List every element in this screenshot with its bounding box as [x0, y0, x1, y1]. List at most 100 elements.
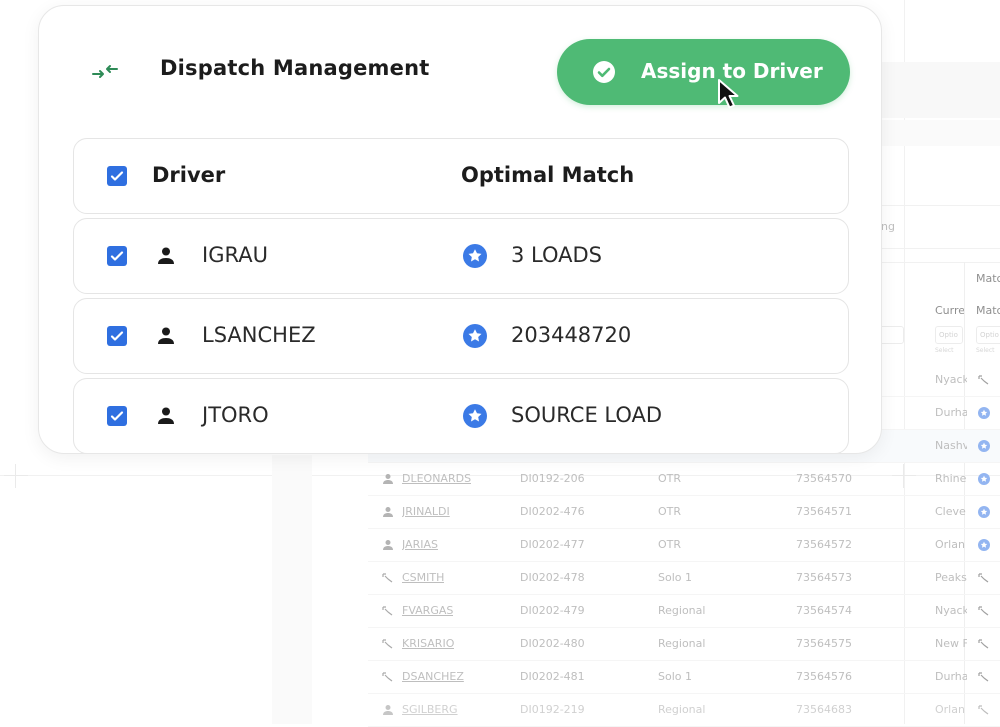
background-column-header: Curre	[935, 304, 966, 317]
table-row[interactable]: KRISARIO DI0202-480 Regional 73564575 Ne…	[368, 628, 1000, 661]
driver-row[interactable]: LSANCHEZ 203448720	[73, 298, 849, 374]
route-icon	[382, 606, 393, 616]
mouse-pointer-icon	[718, 79, 739, 109]
table-cell-number: 73564571	[796, 505, 852, 518]
table-cell-driver-link[interactable]: DLEONARDS	[402, 463, 471, 495]
table-cell-number: 73564573	[796, 571, 852, 584]
row-checkbox[interactable]	[107, 246, 127, 266]
table-cell-city: Orlan	[935, 703, 965, 716]
table-row[interactable]: CSMITH DI0202-478 Solo 1 73564573 Peaks	[368, 562, 1000, 595]
table-cell-driver-link[interactable]: FVARGAS	[402, 595, 453, 627]
background-select-label: Select	[976, 347, 995, 354]
table-cell-city: Orlan	[935, 538, 965, 551]
background-filter-input[interactable]: Optio	[935, 326, 963, 344]
table-cell-type: OTR	[658, 505, 682, 518]
table-cell-id: DI0202-481	[520, 670, 585, 683]
table-cell-driver-link[interactable]: CSMITH	[402, 562, 444, 594]
table-cell-city: Peaks	[935, 571, 967, 584]
table-cell-city: Durha	[935, 406, 967, 419]
driver-name: JTORO	[202, 403, 269, 427]
table-cell-number: 73564576	[796, 670, 852, 683]
background-select-label: Select	[935, 347, 954, 354]
table-cell-city: Nashv	[935, 439, 967, 452]
assign-to-driver-button[interactable]: Assign to Driver	[557, 39, 850, 105]
table-cell-driver-link[interactable]: SGILBERG	[402, 694, 458, 726]
table-cell-driver-link[interactable]: DSANCHEZ	[402, 661, 464, 693]
column-header-optimal-match: Optimal Match	[461, 163, 635, 187]
background-panel	[880, 62, 1000, 118]
star-badge-icon	[978, 506, 990, 518]
dispatch-management-modal: Dispatch Management Assign to Driver Dri…	[38, 5, 882, 454]
table-cell-type: Solo 1	[658, 571, 692, 584]
table-cell-id: DI0192-206	[520, 472, 585, 485]
star-badge-icon	[978, 539, 990, 551]
optimal-match-value: 3 LOADS	[511, 243, 603, 267]
table-cell-driver-link[interactable]: KRISARIO	[402, 628, 454, 660]
person-icon	[158, 327, 174, 344]
checkmark-icon	[110, 171, 124, 181]
background-filter-input[interactable]: Optio	[976, 326, 1000, 344]
table-cell-type: Regional	[658, 703, 706, 716]
driver-row[interactable]: IGRAU 3 LOADS	[73, 218, 849, 294]
table-cell-type: OTR	[658, 472, 682, 485]
star-badge-icon	[978, 440, 990, 452]
crosshair-marker	[892, 464, 916, 488]
checkmark-icon	[110, 251, 124, 261]
route-icon	[382, 639, 393, 649]
route-icon	[382, 672, 393, 682]
select-all-checkbox[interactable]	[107, 166, 127, 186]
route-icon	[978, 573, 989, 583]
table-cell-number: 73564683	[796, 703, 852, 716]
table-cell-id: DI0202-480	[520, 637, 585, 650]
row-checkbox[interactable]	[107, 326, 127, 346]
table-cell-number: 73564572	[796, 538, 852, 551]
table-cell-driver-link[interactable]: JRINALDI	[402, 496, 450, 528]
route-icon	[382, 573, 393, 583]
modal-title: Dispatch Management	[160, 56, 430, 80]
route-icon	[978, 375, 989, 385]
optimal-match-value: 203448720	[511, 323, 632, 347]
table-cell-city: Rhine	[935, 472, 967, 485]
table-cell-id: DI0202-478	[520, 571, 585, 584]
person-icon	[383, 540, 393, 550]
table-row[interactable]: FVARGAS DI0202-479 Regional 73564574 Nya…	[368, 595, 1000, 628]
table-cell-number: 73564574	[796, 604, 852, 617]
table-cell-number: 73564575	[796, 637, 852, 650]
table-cell-type: OTR	[658, 538, 682, 551]
table-row[interactable]: SGILBERG DI0192-219 Regional 73564683 Or…	[368, 694, 1000, 727]
checkmark-icon	[110, 411, 124, 421]
table-cell-type: Solo 1	[658, 670, 692, 683]
grid-line	[880, 262, 1000, 263]
table-cell-id: DI0202-477	[520, 538, 585, 551]
table-cell-city: Durha	[935, 670, 967, 683]
table-row[interactable]: JRINALDI DI0202-476 OTR 73564571 Cleve	[368, 496, 1000, 529]
star-badge-icon	[463, 404, 487, 428]
background-column-header: Matc	[976, 272, 1000, 285]
table-cell-type: Regional	[658, 604, 706, 617]
background-strip	[272, 455, 312, 724]
person-icon	[383, 507, 393, 517]
table-cell-driver-link[interactable]: JARIAS	[402, 529, 438, 561]
row-checkbox[interactable]	[107, 406, 127, 426]
table-cell-city: Cleve	[935, 505, 966, 518]
star-badge-icon	[978, 473, 990, 485]
table-header-row: Driver Optimal Match	[73, 138, 849, 214]
route-icon	[978, 705, 989, 715]
person-icon	[383, 705, 393, 715]
table-cell-type: Regional	[658, 637, 706, 650]
star-badge-icon	[463, 244, 487, 268]
person-icon	[383, 474, 393, 484]
optimal-match-value: SOURCE LOAD	[511, 403, 663, 427]
driver-name: IGRAU	[202, 243, 268, 267]
table-cell-id: DI0192-219	[520, 703, 585, 716]
star-badge-icon	[463, 324, 487, 348]
background-column-header: Matc	[976, 304, 1000, 317]
driver-row[interactable]: JTORO SOURCE LOAD	[73, 378, 849, 453]
swap-arrows-icon	[92, 65, 118, 78]
table-row[interactable]: JARIAS DI0202-477 OTR 73564572 Orlan	[368, 529, 1000, 562]
crosshair-marker	[4, 464, 28, 488]
grid-line	[880, 205, 1000, 206]
table-row[interactable]: DSANCHEZ DI0202-481 Solo 1 73564576 Durh…	[368, 661, 1000, 694]
grid-line	[880, 248, 1000, 249]
route-icon	[978, 639, 989, 649]
